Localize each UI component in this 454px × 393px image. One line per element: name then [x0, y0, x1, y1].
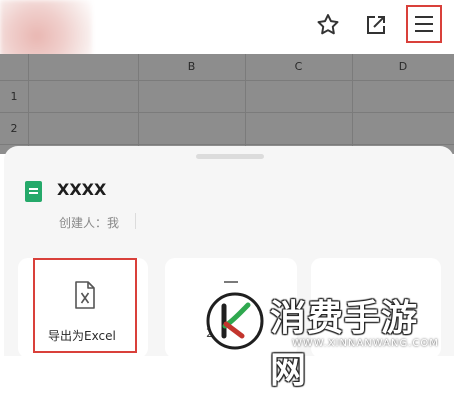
grid-line [0, 112, 454, 113]
grid-line [28, 54, 29, 154]
star-icon [317, 14, 339, 35]
file-name: XXXX [57, 180, 107, 199]
external-link-icon [367, 16, 385, 34]
export-excel-label: 导出为Excel [48, 329, 116, 343]
divider [135, 213, 136, 229]
excel-file-icon [75, 281, 95, 309]
sheet-file-icon [25, 181, 42, 202]
column-header[interactable]: D [352, 54, 454, 80]
share-button[interactable] [359, 8, 393, 42]
menu-button[interactable] [406, 5, 442, 43]
grid-line [0, 80, 454, 81]
watermark-logo [206, 292, 264, 350]
row-header[interactable]: 2 [4, 122, 24, 135]
drag-handle[interactable] [196, 154, 264, 159]
card-icon [224, 281, 238, 283]
creator-label: 创建人：我 [59, 216, 120, 230]
hamburger-menu-icon [415, 16, 433, 32]
watermark-url: WWW.XINNANWANG.COM [292, 338, 439, 349]
column-header[interactable]: B [138, 54, 245, 80]
column-header[interactable]: C [245, 54, 352, 80]
row-header[interactable]: 1 [4, 90, 24, 103]
grid-line [0, 144, 454, 145]
star-button[interactable] [311, 8, 345, 42]
